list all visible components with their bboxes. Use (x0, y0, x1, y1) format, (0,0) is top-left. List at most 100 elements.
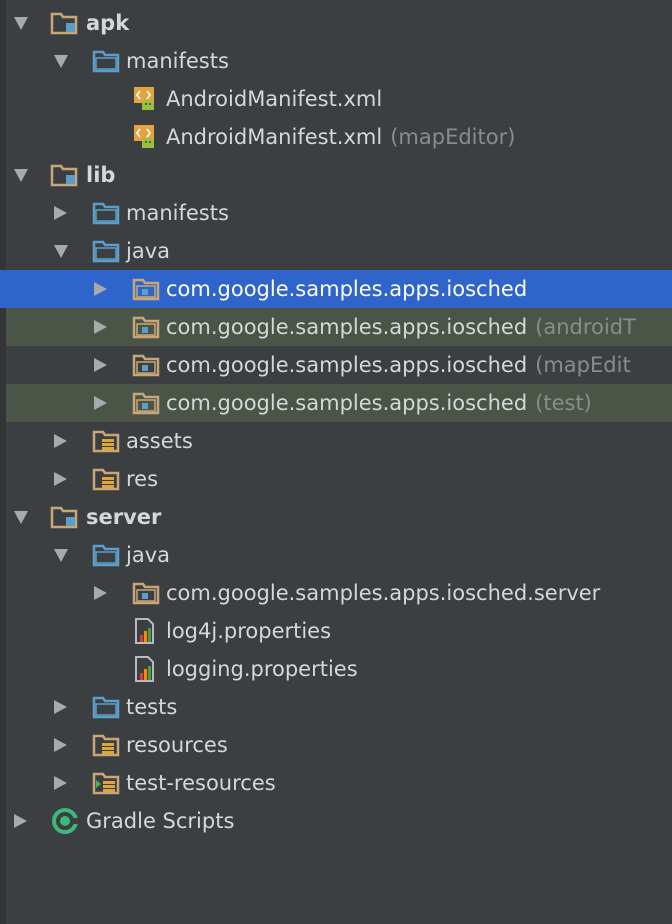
package-icon (132, 276, 160, 302)
project-tree[interactable]: apk manifests AndroidManifest.xml AndroidMa… (0, 0, 672, 924)
package-icon (132, 390, 160, 416)
tree-item-label: com.google.samples.apps.iosched (mapEdit (166, 351, 631, 379)
tree-item-label: resources (126, 731, 228, 759)
module-folder-icon (50, 10, 78, 36)
expand-arrow-down-icon[interactable] (14, 169, 28, 182)
tree-row-module-apk[interactable]: apk (0, 4, 672, 42)
tree-row-folder-server-test-resources[interactable]: test-resources (0, 764, 672, 802)
tree-item-label: com.google.samples.apps.iosched (androidT (166, 313, 636, 341)
tree-item-name: test-resources (126, 771, 276, 795)
tree-item-source-set: (androidT (535, 315, 636, 339)
tree-row-package-iosched-test[interactable]: com.google.samples.apps.iosched (test) (0, 384, 672, 422)
tree-row-package-iosched-mapeditor[interactable]: com.google.samples.apps.iosched (mapEdit (0, 346, 672, 384)
package-icon (132, 352, 160, 378)
tree-row-folder-server-resources[interactable]: resources (0, 726, 672, 764)
tree-item-label: server (86, 503, 161, 531)
tree-row-folder-lib-java[interactable]: java (0, 232, 672, 270)
test-resource-folder-icon (92, 770, 120, 796)
tree-item-name: resources (126, 733, 228, 757)
tree-item-name: com.google.samples.apps.iosched (166, 315, 528, 339)
tree-item-name: com.google.samples.apps.iosched (166, 353, 528, 377)
expand-arrow-right-icon[interactable] (54, 776, 67, 790)
tree-row-folder-apk-manifests[interactable]: manifests (0, 42, 672, 80)
expand-arrow-right-icon[interactable] (94, 282, 107, 296)
tree-row-module-server[interactable]: server (0, 498, 672, 536)
tree-item-label: java (126, 237, 170, 265)
tree-item-name: tests (126, 695, 178, 719)
properties-file-icon (132, 618, 160, 644)
tree-item-label: assets (126, 427, 193, 455)
tree-item-source-set: (mapEditor) (390, 125, 516, 149)
resource-folder-icon (92, 732, 120, 758)
expand-arrow-down-icon[interactable] (14, 17, 28, 30)
tree-row-module-lib[interactable]: lib (0, 156, 672, 194)
tree-item-name: logging.properties (166, 657, 358, 681)
tree-item-source-set: (mapEdit (535, 353, 631, 377)
expand-arrow-right-icon[interactable] (54, 206, 67, 220)
tree-item-name: res (126, 467, 159, 491)
tree-row-package-iosched-androidtest[interactable]: com.google.samples.apps.iosched (androidT (0, 308, 672, 346)
tree-item-name: AndroidManifest.xml (166, 87, 383, 111)
expand-arrow-down-icon[interactable] (14, 511, 28, 524)
tree-item-name: java (126, 543, 170, 567)
tree-item-name: lib (86, 163, 116, 187)
tree-row-file-androidmanifest-mapeditor[interactable]: AndroidManifest.xml (mapEditor) (0, 118, 672, 156)
folder-icon (92, 200, 120, 226)
folder-icon (92, 694, 120, 720)
tree-item-label: lib (86, 161, 115, 189)
expand-arrow-right-icon[interactable] (94, 586, 107, 600)
tree-row-package-iosched[interactable]: com.google.samples.apps.iosched (0, 270, 672, 308)
tree-item-label: com.google.samples.apps.iosched (166, 275, 527, 303)
expand-arrow-right-icon[interactable] (54, 434, 67, 448)
tree-item-name: manifests (126, 201, 229, 225)
tree-row-file-androidmanifest[interactable]: AndroidManifest.xml (0, 80, 672, 118)
module-folder-icon (50, 504, 78, 530)
expand-arrow-right-icon[interactable] (94, 320, 107, 334)
expand-arrow-right-icon[interactable] (54, 700, 67, 714)
tree-row-folder-server-java[interactable]: java (0, 536, 672, 574)
tree-row-file-logging-properties[interactable]: logging.properties (0, 650, 672, 688)
expand-arrow-down-icon[interactable] (54, 55, 68, 68)
tree-row-package-iosched-server[interactable]: com.google.samples.apps.iosched.server (0, 574, 672, 612)
folder-icon (92, 542, 120, 568)
android-manifest-icon (132, 124, 160, 150)
properties-file-icon (132, 656, 160, 682)
tree-item-label: test-resources (126, 769, 276, 797)
tree-row-file-log4j-properties[interactable]: log4j.properties (0, 612, 672, 650)
folder-icon (92, 238, 120, 264)
tree-item-source-set: (test) (535, 391, 592, 415)
tree-row-gradle-scripts[interactable]: Gradle Scripts (0, 802, 672, 840)
expand-arrow-right-icon[interactable] (54, 738, 67, 752)
android-manifest-icon (132, 86, 160, 112)
tree-row-folder-lib-manifests[interactable]: manifests (0, 194, 672, 232)
package-icon (132, 314, 160, 340)
tree-item-name: manifests (126, 49, 229, 73)
tree-item-label: manifests (126, 199, 229, 227)
tree-item-name: com.google.samples.apps.iosched.server (166, 581, 601, 605)
tree-item-name: java (126, 239, 170, 263)
tree-item-name: AndroidManifest.xml (166, 125, 383, 149)
tree-item-name: server (86, 505, 162, 529)
expand-arrow-down-icon[interactable] (54, 245, 68, 258)
tree-item-name: assets (126, 429, 193, 453)
expand-arrow-right-icon[interactable] (94, 396, 107, 410)
tree-item-label: apk (86, 9, 129, 37)
resource-folder-icon (92, 466, 120, 492)
tree-row-folder-server-tests[interactable]: tests (0, 688, 672, 726)
folder-icon (92, 48, 120, 74)
tree-item-label: java (126, 541, 170, 569)
tree-row-folder-lib-res[interactable]: res (0, 460, 672, 498)
tree-row-folder-lib-assets[interactable]: assets (0, 422, 672, 460)
expand-arrow-down-icon[interactable] (54, 549, 68, 562)
tree-item-label: AndroidManifest.xml (166, 85, 382, 113)
expand-arrow-right-icon[interactable] (94, 358, 107, 372)
tree-item-name: log4j.properties (166, 619, 332, 643)
resource-folder-icon (92, 428, 120, 454)
tree-item-name: Gradle Scripts (86, 809, 235, 833)
tree-item-name: apk (86, 11, 130, 35)
tree-item-label: log4j.properties (166, 617, 331, 645)
tree-item-label: com.google.samples.apps.iosched.server (166, 579, 600, 607)
expand-arrow-right-icon[interactable] (14, 814, 27, 828)
tree-item-label: logging.properties (166, 655, 358, 683)
expand-arrow-right-icon[interactable] (54, 472, 67, 486)
